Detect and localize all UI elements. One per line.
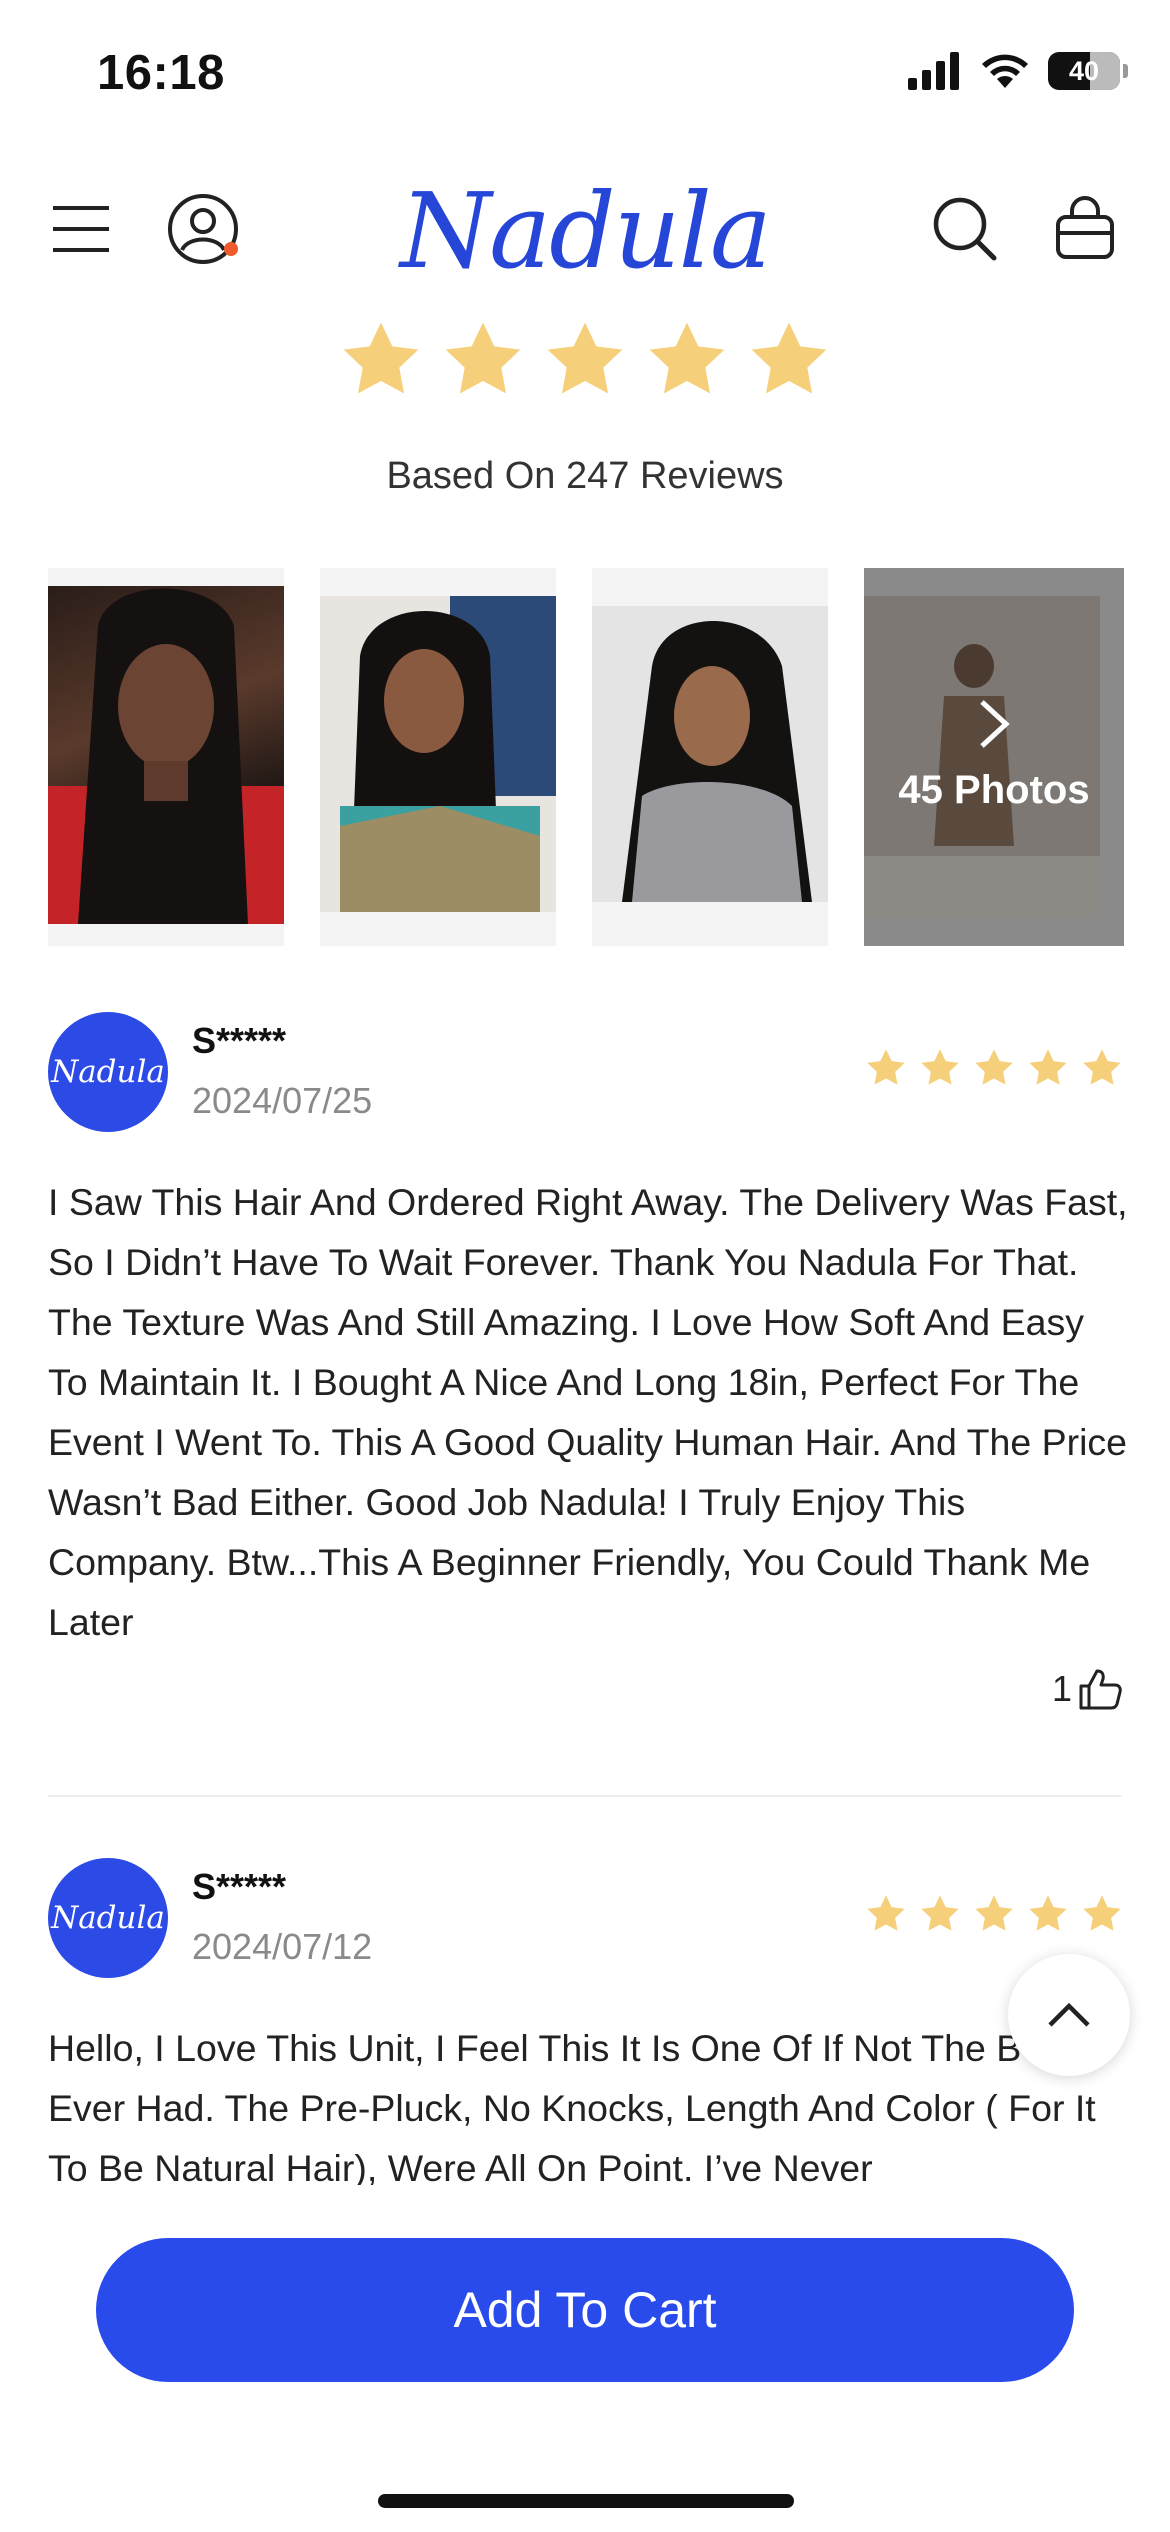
- status-icons: 40: [908, 52, 1128, 90]
- wifi-icon: [982, 54, 1028, 88]
- review-date: 2024/07/25: [192, 1080, 373, 1121]
- review-item: Nadula S***** 2024/07/25 I Saw This Hair…: [48, 1012, 1128, 1732]
- thumbs-up-icon: [1079, 1669, 1122, 1710]
- star-icon: [1029, 1895, 1067, 1931]
- review-divider: [48, 1795, 1122, 1797]
- reviewer-avatar: Nadula: [48, 1012, 168, 1132]
- signal-icon: [908, 52, 959, 90]
- chevron-up-icon: [1048, 2002, 1090, 2027]
- star-icon: [921, 1049, 959, 1085]
- review-photo-strip: 45 Photos: [48, 568, 1124, 946]
- home-indicator[interactable]: [378, 2494, 794, 2508]
- star-icon: [547, 322, 623, 394]
- battery-indicator: 40: [1048, 52, 1128, 90]
- star-icon: [921, 1895, 959, 1931]
- review-item: Nadula S***** 2024/07/12 Hello, I Love T…: [48, 1858, 1122, 2198]
- star-icon: [343, 322, 419, 394]
- cart-icon[interactable]: [1050, 192, 1120, 264]
- battery-level: 40: [1068, 55, 1100, 86]
- search-icon[interactable]: [930, 194, 1000, 264]
- star-icon: [867, 1049, 905, 1085]
- status-time: 16:18: [97, 46, 225, 100]
- more-photos-label: 45 Photos: [898, 768, 1090, 812]
- star-icon: [1083, 1049, 1121, 1085]
- star-icon: [975, 1049, 1013, 1085]
- star-icon: [445, 322, 521, 394]
- review-text: Hello, I Love This Unit, I Feel This It …: [48, 2027, 1096, 2189]
- review-photo[interactable]: [48, 568, 284, 946]
- add-to-cart-button[interactable]: Add To Cart: [96, 2238, 1074, 2382]
- scroll-to-top-button[interactable]: [1008, 1954, 1130, 2076]
- app-header: Nadula: [0, 160, 1170, 300]
- review-rating-stars: [866, 1894, 1122, 1933]
- reviewer-avatar: Nadula: [48, 1858, 168, 1978]
- star-icon: [1029, 1049, 1067, 1085]
- like-button[interactable]: 1: [1052, 1668, 1122, 1710]
- star-icon: [867, 1895, 905, 1931]
- review-date: 2024/07/12: [192, 1926, 373, 1967]
- like-count: 1: [1051, 1668, 1072, 1709]
- review-photo[interactable]: [320, 568, 556, 946]
- star-icon: [751, 322, 827, 394]
- review-photo[interactable]: [592, 568, 828, 946]
- review-count-text: Based On 247 Reviews: [386, 455, 784, 497]
- status-bar: 16:18 40: [0, 0, 1170, 150]
- reviewer-name: S*****: [192, 1866, 287, 1907]
- star-icon: [975, 1895, 1013, 1931]
- chevron-right-icon: [864, 698, 1124, 763]
- review-text: I Saw This Hair And Ordered Right Away. …: [48, 1181, 1128, 1643]
- more-photos-tile[interactable]: 45 Photos: [864, 568, 1124, 946]
- star-icon: [1083, 1895, 1121, 1931]
- star-icon: [649, 322, 725, 394]
- summary-rating-stars: [0, 320, 1170, 398]
- review-rating-stars: [866, 1048, 1122, 1087]
- reviewer-name: S*****: [192, 1020, 287, 1061]
